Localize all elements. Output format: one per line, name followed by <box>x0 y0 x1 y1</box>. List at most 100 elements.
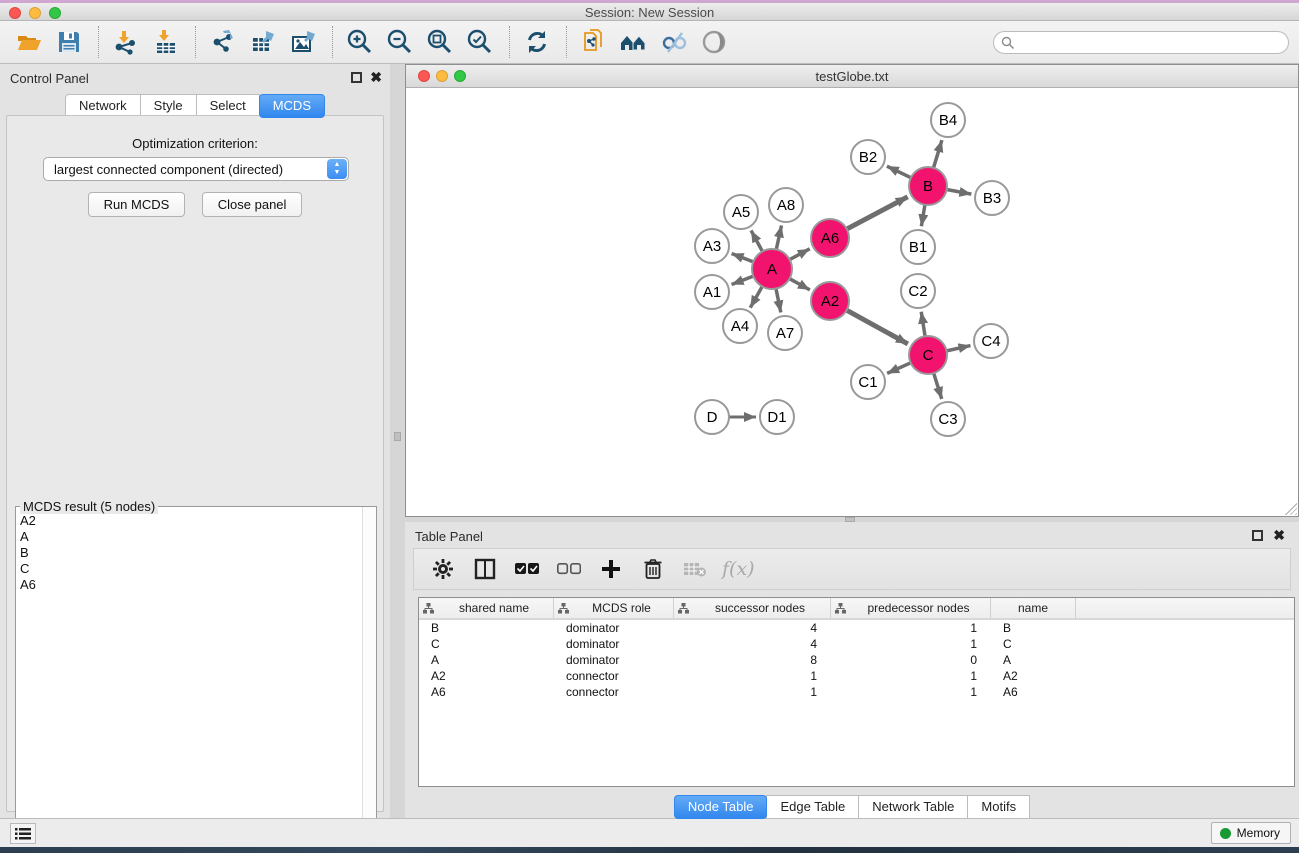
float-panel-icon[interactable] <box>351 72 362 83</box>
graph-node-C4[interactable]: C4 <box>974 324 1008 358</box>
graph-edge-A-A4[interactable] <box>750 286 762 307</box>
graph-node-C2[interactable]: C2 <box>901 274 935 308</box>
graph-edge-B-B3[interactable] <box>947 190 972 195</box>
graph-edge-A2-C[interactable] <box>847 310 908 344</box>
graph-edge-A-A8[interactable] <box>776 226 781 250</box>
show-column-button[interactable] <box>470 554 500 584</box>
hide-details-button[interactable] <box>657 25 691 59</box>
tab-node-table[interactable]: Node Table <box>674 795 768 819</box>
graph-node-B3[interactable]: B3 <box>975 181 1009 215</box>
zoom-out-button[interactable] <box>383 25 417 59</box>
graph-edge-C-C4[interactable] <box>947 346 971 351</box>
graph-edge-A6-B[interactable] <box>847 197 908 229</box>
graph-node-A5[interactable]: A5 <box>724 195 758 229</box>
column-header-successor-nodes[interactable]: successor nodes <box>674 598 831 618</box>
open-file-button[interactable] <box>12 25 46 59</box>
graph-edge-A-A7[interactable] <box>776 289 781 313</box>
graph-node-A4[interactable]: A4 <box>723 309 757 343</box>
export-network-button[interactable] <box>206 25 240 59</box>
graph-edge-A-A5[interactable] <box>751 230 762 251</box>
graph-node-B4[interactable]: B4 <box>931 103 965 137</box>
graph-edge-B-B2[interactable] <box>887 166 911 178</box>
graph-node-A1[interactable]: A1 <box>695 275 729 309</box>
graph-node-B[interactable]: B <box>909 167 947 205</box>
create-column-button[interactable] <box>596 554 626 584</box>
mcds-result-item[interactable]: A6 <box>18 577 360 593</box>
table-row[interactable]: A2connector11A2 <box>419 668 1294 684</box>
close-panel-button[interactable]: Close panel <box>202 192 303 217</box>
close-table-panel-icon[interactable]: ✖ <box>1273 527 1285 544</box>
graph-node-D[interactable]: D <box>695 400 729 434</box>
delete-column-button[interactable] <box>638 554 668 584</box>
export-image-button[interactable] <box>286 25 320 59</box>
table-row[interactable]: Adominator80A <box>419 652 1294 668</box>
graph-node-A[interactable]: A <box>752 249 792 289</box>
tab-edge-table[interactable]: Edge Table <box>766 795 859 819</box>
column-header-predecessor-nodes[interactable]: predecessor nodes <box>831 598 991 618</box>
birdseye-view-button[interactable] <box>697 25 731 59</box>
column-header-name[interactable]: name <box>991 598 1076 618</box>
table-row[interactable]: A6connector11A6 <box>419 684 1294 700</box>
column-header-shared-name[interactable]: shared name <box>419 598 554 618</box>
graph-node-A7[interactable]: A7 <box>768 316 802 350</box>
search-input[interactable] <box>1015 36 1288 50</box>
table-settings-button[interactable] <box>428 554 458 584</box>
home-network-button[interactable] <box>617 25 651 59</box>
table-row[interactable]: Cdominator41C <box>419 636 1294 652</box>
splitter-grip[interactable] <box>394 432 401 441</box>
graph-node-C[interactable]: C <box>909 336 947 374</box>
graph-node-D1[interactable]: D1 <box>760 400 794 434</box>
task-history-button[interactable] <box>10 823 36 844</box>
vertical-splitter[interactable] <box>390 64 405 818</box>
zoom-selected-button[interactable] <box>463 25 497 59</box>
refresh-button[interactable] <box>520 25 554 59</box>
float-table-panel-icon[interactable] <box>1252 530 1263 541</box>
graph-edge-C-C2[interactable] <box>921 312 925 336</box>
criterion-dropdown[interactable]: largest connected component (directed) ▲… <box>43 157 349 181</box>
graph-edge-B-B1[interactable] <box>921 205 925 227</box>
import-network-button[interactable] <box>109 25 143 59</box>
graph-node-B2[interactable]: B2 <box>851 140 885 174</box>
save-session-button[interactable] <box>52 25 86 59</box>
zoom-fit-button[interactable] <box>423 25 457 59</box>
table-row[interactable]: Bdominator41B <box>419 620 1294 636</box>
function-builder-button[interactable]: f(x) <box>722 554 755 584</box>
column-header-MCDS-role[interactable]: MCDS role <box>554 598 674 618</box>
mcds-result-item[interactable]: A2 <box>18 513 360 529</box>
mcds-result-item[interactable]: A <box>18 529 360 545</box>
window-resize-handle[interactable] <box>1285 503 1297 515</box>
graph-node-C3[interactable]: C3 <box>931 402 965 436</box>
graph-node-A6[interactable]: A6 <box>811 219 849 257</box>
run-mcds-button[interactable]: Run MCDS <box>88 192 186 217</box>
graph-node-C1[interactable]: C1 <box>851 365 885 399</box>
memory-button[interactable]: Memory <box>1211 822 1291 844</box>
tab-network-table[interactable]: Network Table <box>858 795 968 819</box>
graph-edge-A-A6[interactable] <box>790 249 810 260</box>
mcds-result-item[interactable]: C <box>18 561 360 577</box>
import-table-button[interactable] <box>149 25 183 59</box>
graph-edge-B-B4[interactable] <box>934 140 942 168</box>
graph-edge-A-A2[interactable] <box>790 279 810 290</box>
graph-node-A8[interactable]: A8 <box>769 188 803 222</box>
tab-mcds[interactable]: MCDS <box>259 94 325 118</box>
main-titlebar[interactable]: Session: New Session <box>0 3 1299 21</box>
select-all-button[interactable] <box>512 554 542 584</box>
zoom-in-button[interactable] <box>343 25 377 59</box>
unselect-all-button[interactable] <box>554 554 584 584</box>
delete-table-button[interactable] <box>680 554 710 584</box>
tab-motifs[interactable]: Motifs <box>967 795 1030 819</box>
graph-edge-A-A3[interactable] <box>732 254 754 262</box>
graph-node-A3[interactable]: A3 <box>695 229 729 263</box>
graph-edge-A-A1[interactable] <box>732 276 754 284</box>
graph-node-B1[interactable]: B1 <box>901 230 935 264</box>
clone-network-button[interactable] <box>577 25 611 59</box>
network-canvas[interactable]: B4 B2 B B3 A5 A8A6 A3 B1 A A1 C2 A2 A4 A7 C4 C C1 D D1 C3 <box>406 88 1298 516</box>
export-table-button[interactable] <box>246 25 280 59</box>
graph-edge-C-C1[interactable] <box>887 363 911 374</box>
close-panel-icon[interactable]: ✖ <box>370 69 382 86</box>
mcds-result-item[interactable]: B <box>18 545 360 561</box>
graph-edge-C-C3[interactable] <box>934 373 942 399</box>
graph-node-A2[interactable]: A2 <box>811 282 849 320</box>
mcds-scrollbar[interactable] <box>362 507 376 845</box>
toolbar-search[interactable] <box>993 31 1289 54</box>
